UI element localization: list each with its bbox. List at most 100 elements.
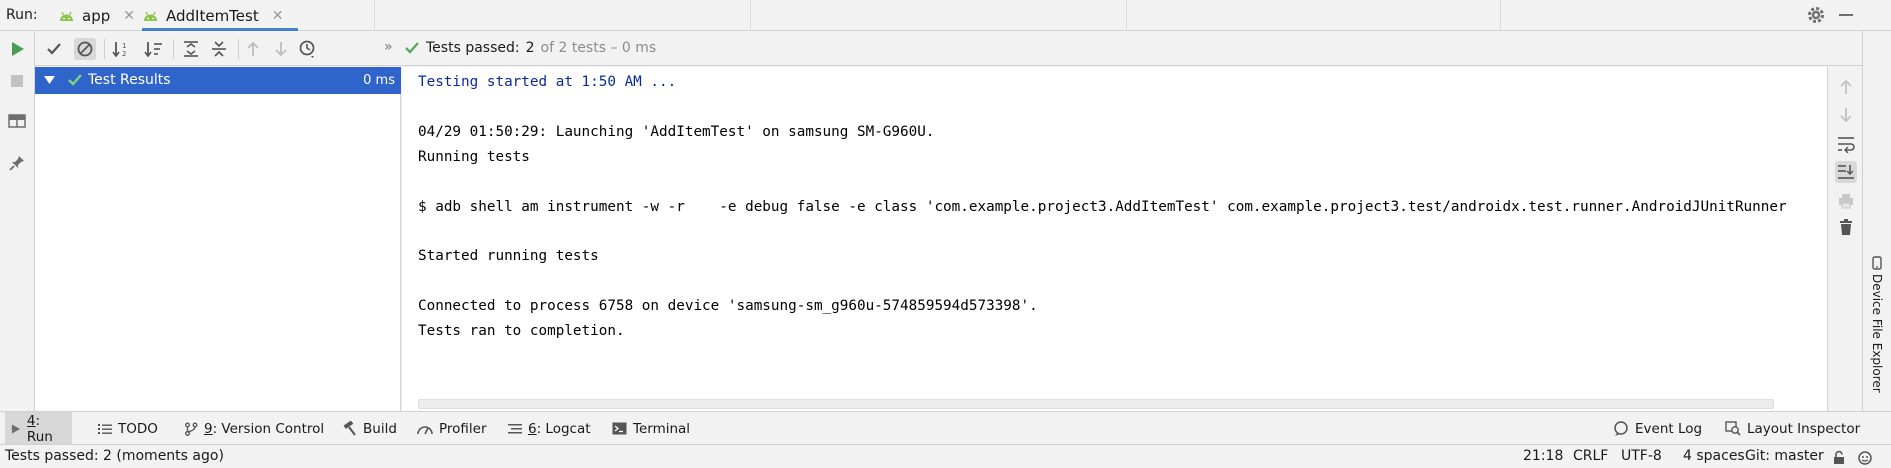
up-stack-button[interactable] (1835, 76, 1857, 98)
divider (1500, 0, 1501, 31)
vcs-label: : Version Control (212, 420, 325, 437)
tool-window-event-log[interactable]: Event Log (1607, 412, 1708, 445)
event-log-label: Event Log (1635, 420, 1703, 437)
indent-setting[interactable]: 4 spaces (1683, 448, 1745, 464)
status-count: 2 (525, 40, 535, 56)
tool-window-profiler[interactable]: Profiler (411, 412, 493, 445)
next-test-button[interactable] (270, 38, 292, 60)
terminal-label: Terminal (633, 420, 691, 437)
scroll-to-end-icon (1838, 165, 1854, 179)
device-icon (1872, 256, 1882, 270)
profiler-label: Profiler (439, 420, 487, 437)
previous-test-button[interactable] (242, 38, 264, 60)
console-line: Started running tests (418, 248, 599, 265)
build-label: Build (363, 420, 397, 437)
sort-alpha-button[interactable]: 12 (111, 38, 133, 60)
tool-window-build[interactable]: Build (336, 412, 403, 445)
more-icon[interactable]: » (384, 39, 393, 55)
tool-window-layout-inspector[interactable]: Layout Inspector (1719, 412, 1866, 445)
check-icon (68, 74, 82, 86)
print-button[interactable] (1835, 190, 1857, 212)
event-log-icon (1614, 421, 1628, 436)
status-suffix: of 2 tests – 0 ms (540, 40, 657, 56)
line-separator[interactable]: CRLF (1573, 448, 1608, 464)
run-side-toolbar (0, 31, 35, 411)
show-passed-button[interactable] (43, 38, 65, 60)
console-line: Connected to process 6758 on device 'sam… (418, 298, 1038, 315)
tab-additemtest[interactable]: AddItemTest ✕ (142, 0, 298, 31)
run-tab-bar: Run: app ✕ AddItemTest ✕ (0, 0, 1891, 31)
test-history-button[interactable] (297, 38, 319, 60)
print-icon (1839, 194, 1853, 209)
tool-window-bar: 4: Run TODO 9: Version Control Build Pro… (0, 411, 1891, 445)
soft-wrap-button[interactable] (1835, 133, 1857, 155)
gear-icon[interactable] (1806, 5, 1826, 25)
tool-window-version-control[interactable]: 9: Version Control (178, 412, 330, 445)
minimize-icon[interactable] (1837, 5, 1855, 25)
console-line: Tests ran to completion. (418, 323, 625, 340)
check-icon (47, 43, 61, 55)
scroll-to-end-button[interactable] (1835, 161, 1857, 183)
tree-item-time: 0 ms (363, 73, 395, 88)
tool-window-run[interactable]: 4: Run (5, 412, 72, 445)
console-line: Testing started at 1:50 AM ... (418, 74, 677, 90)
vcs-shortcut: 9 (204, 420, 213, 437)
close-icon[interactable]: ✕ (272, 8, 284, 24)
horizontal-scrollbar[interactable] (418, 399, 1774, 409)
right-tool-strip: Device File Explorer (1862, 31, 1891, 411)
status-message[interactable]: Tests passed: 2 (moments ago) (5, 448, 224, 464)
android-test-icon (144, 11, 157, 21)
expand-all-icon (184, 41, 198, 57)
divider (1126, 0, 1127, 31)
divider (104, 39, 105, 59)
chevron-down-icon[interactable] (44, 75, 55, 85)
collapse-all-button[interactable] (208, 38, 230, 60)
tab-app[interactable]: app ✕ (58, 0, 135, 31)
lock-icon[interactable] (1832, 450, 1846, 465)
check-icon (405, 42, 419, 54)
android-icon (60, 11, 73, 21)
status-bar: Tests passed: 2 (moments ago) 21:18 CRLF… (0, 444, 1891, 468)
tab-app-label: app (82, 6, 111, 25)
close-icon[interactable]: ✕ (123, 8, 135, 24)
play-icon (11, 423, 21, 434)
down-stack-button[interactable] (1835, 104, 1857, 126)
divider (750, 0, 751, 31)
svg-text:1: 1 (122, 42, 126, 50)
device-file-explorer-tab[interactable]: Device File Explorer (1866, 256, 1888, 393)
vcs-branch[interactable]: Git: master (1745, 448, 1824, 464)
run-shortcut: 4 (26, 412, 36, 429)
clear-all-button[interactable] (1835, 216, 1857, 238)
pin-icon[interactable] (8, 154, 26, 172)
layout-icon[interactable] (8, 112, 26, 130)
tool-window-todo[interactable]: TODO (92, 412, 164, 445)
hammer-icon (343, 421, 356, 436)
logcat-label: : Logcat (536, 420, 591, 437)
arrow-up-icon (247, 41, 259, 56)
console-line: 04/29 01:50:29: Launching 'AddItemTest' … (418, 123, 935, 140)
trash-icon (1840, 219, 1852, 235)
tool-window-logcat[interactable]: 6: Logcat (502, 412, 597, 445)
run-label: Run: (6, 7, 38, 23)
divider (173, 39, 174, 59)
rerun-icon[interactable] (8, 40, 26, 58)
sort-duration-button[interactable] (143, 38, 165, 60)
test-results-tree: Test Results 0 ms (35, 67, 401, 411)
console-text: Testing started at 1:50 AM ... 04/29 01:… (418, 70, 1787, 344)
file-encoding[interactable]: UTF-8 (1621, 448, 1662, 464)
console-output[interactable]: Testing started at 1:50 AM ... 04/29 01:… (402, 67, 1827, 411)
test-status-summary: Tests passed: 2 of 2 tests – 0 ms (404, 40, 656, 56)
list-icon (98, 423, 112, 434)
expand-all-button[interactable] (180, 38, 202, 60)
tool-window-terminal[interactable]: Terminal (606, 412, 696, 445)
tree-item-test-results[interactable]: Test Results 0 ms (35, 67, 401, 94)
ignored-icon (77, 41, 93, 57)
todo-label: TODO (118, 420, 158, 437)
test-toolbar: 12 » Tests passed: 2 of 2 tests – 0 ms (35, 31, 1891, 66)
show-ignored-button[interactable] (74, 38, 96, 60)
inspector-icon[interactable] (1856, 449, 1874, 466)
logcat-icon (508, 423, 522, 433)
stop-icon[interactable] (8, 72, 26, 90)
caret-position[interactable]: 21:18 (1523, 448, 1563, 464)
tab-additemtest-label: AddItemTest (166, 6, 259, 25)
